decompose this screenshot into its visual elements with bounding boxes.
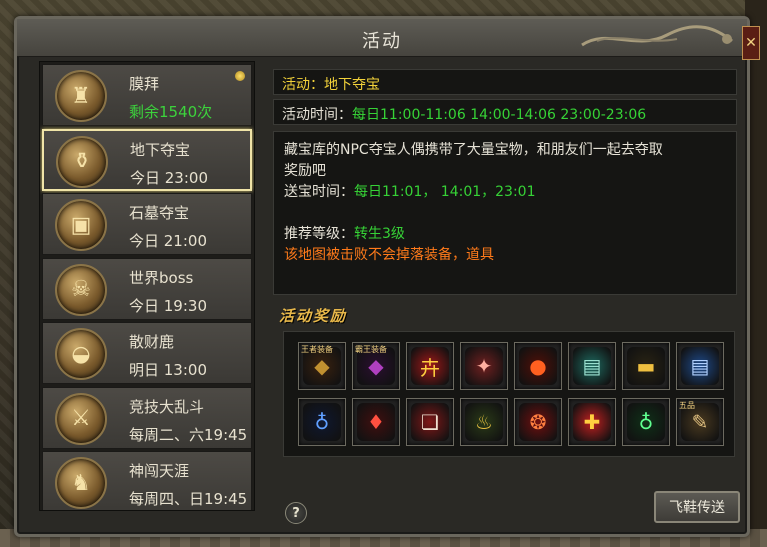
dragon-ornament-icon (581, 25, 733, 47)
notification-dot-icon (235, 71, 245, 81)
reward-slot[interactable]: ● (514, 342, 562, 390)
reward-slot[interactable]: ◆ 王者装备 (298, 342, 346, 390)
crossed-swords-icon: ⚔ (55, 392, 107, 445)
activity-item-time: 今日 23:00 (130, 168, 208, 187)
activity-item-name: 石墓夺宝 (129, 204, 190, 222)
reward-slot[interactable]: ♁ (298, 398, 346, 446)
description-line-1: 藏宝库的NPC夺宝人偶携带了大量宝物，和朋友们一起去夺取 (284, 142, 663, 158)
red-scroll-icon: 卉 (411, 347, 449, 385)
activity-item-name: 神闯天涯 (129, 462, 190, 480)
activity-item[interactable]: ◒ 散财鹿明日 13:00 (42, 322, 252, 384)
red-gift-box-icon: ✚ (573, 403, 611, 441)
help-button[interactable]: ? (285, 502, 307, 524)
reward-slot[interactable]: ♨ (460, 398, 508, 446)
reward-slot[interactable]: ♁ (622, 398, 670, 446)
activity-item[interactable]: ♜ 膜拜剩余1540次 (42, 64, 252, 126)
gift-box-icon: ❏ (411, 403, 449, 441)
activity-item-time: 今日 19:30 (129, 296, 207, 315)
activity-item-time: 今日 21:00 (129, 232, 207, 250)
description-line-2: 奖励吧 (284, 163, 326, 179)
activity-item-time: 每周四、日19:45 (129, 490, 248, 508)
title-bar[interactable]: 活动 (17, 19, 747, 57)
activity-item-name: 世界boss (129, 268, 194, 287)
gold-ingot-icon: ◒ (55, 328, 107, 380)
green-potion-icon: ♁ (627, 403, 665, 441)
activity-item-name: 膜拜 (129, 75, 160, 93)
activity-item[interactable]: ☠ 世界boss 今日 19:30 (42, 257, 252, 320)
activity-item-time: 明日 13:00 (129, 361, 207, 379)
activity-name-row: 活动：地下夺宝 (273, 69, 737, 95)
reward-slot[interactable]: ◆ 霸王装备 (352, 342, 400, 390)
feather-wing-icon: ✦ (465, 347, 503, 385)
description-box: 藏宝库的NPC夺宝人偶携带了大量宝物，和朋友们一起去夺取 奖励吧 送宝时间：每日… (273, 131, 737, 295)
reward-slot[interactable]: ▤ (676, 342, 724, 390)
activity-window: 活动 ♜ 膜拜剩余1540次 ⚱ 地下夺宝今日 23:00 ▣ 石墓夺宝今日 21:00 ☠… (14, 16, 750, 537)
activity-time-row: 活动时间：每日11:00-11:06 14:00-14:06 23:00-23:… (273, 99, 737, 125)
red-pouch-icon: ❂ (519, 403, 557, 441)
green-book-icon: ▤ (573, 347, 611, 385)
drop-warning: 该地图被击败不会掉落装备，道具 (284, 247, 494, 263)
reward-slot[interactable]: ♦ (352, 398, 400, 446)
close-button[interactable]: ✕ (742, 26, 760, 60)
rewards-grid: ◆ 王者装备 ◆ 霸王装备卉 ✦ ● ▤ ▬ ▤ ♁ ♦ ❏ ♨ ❂ ✚ ♁ ✎ 五品 (283, 331, 735, 457)
reward-tag: 五品 (679, 401, 695, 410)
warrior-icon: ♞ (55, 457, 107, 509)
reward-slot[interactable]: ✦ (460, 342, 508, 390)
activity-label: 活动： (282, 77, 324, 93)
activity-item[interactable]: ▣ 石墓夺宝今日 21:00 (42, 193, 252, 255)
activity-detail: 活动：地下夺宝 活动时间：每日11:00-11:06 14:00-14:06 2… (267, 61, 747, 479)
rewards-title: 活动奖励 (279, 307, 348, 325)
reward-slot[interactable]: ▤ (568, 342, 616, 390)
send-time-value: 每日11:01， 14:01，23:01 (354, 184, 536, 200)
blue-book-icon: ▤ (681, 347, 719, 385)
activity-item-name: 散财鹿 (129, 333, 175, 351)
reward-slot[interactable]: 卉 (406, 342, 454, 390)
activity-item[interactable]: ♞ 神闯天涯每周四、日19:45 (42, 451, 252, 510)
activity-item[interactable]: ⚔ 竞技大乱斗每周二、六19:45 (42, 386, 252, 449)
send-time-label: 送宝时间： (284, 184, 354, 200)
gold-bar-icon: ▬ (627, 347, 665, 385)
activity-item[interactable]: ⚱ 地下夺宝今日 23:00 (42, 128, 252, 191)
worship-statue-icon: ♜ (55, 70, 107, 122)
teleport-button[interactable]: 飞鞋传送 (654, 491, 740, 523)
reward-tag: 王者装备 (301, 345, 333, 354)
reward-slot[interactable]: ▬ (622, 342, 670, 390)
time-value: 每日11:00-11:06 14:00-14:06 23:00-23:06 (352, 107, 647, 123)
reward-slot[interactable]: ❂ (514, 398, 562, 446)
treasure-pot-icon: ⚱ (56, 135, 108, 188)
fire-orb-icon: ● (519, 347, 557, 385)
activity-item-time: 剩余1540次 (129, 103, 213, 121)
money-bag-icon: ♨ (465, 403, 503, 441)
activity-list: ♜ 膜拜剩余1540次 ⚱ 地下夺宝今日 23:00 ▣ 石墓夺宝今日 21:00 ☠ 世界b… (39, 61, 255, 511)
activity-item-time: 每周二、六19:45 (129, 425, 248, 444)
time-label: 活动时间： (282, 107, 352, 123)
reward-slot[interactable]: ✚ (568, 398, 616, 446)
red-armor-icon: ♦ (357, 403, 395, 441)
reward-slot[interactable]: ✎ 五品 (676, 398, 724, 446)
activity-item-name: 竞技大乱斗 (129, 397, 205, 416)
boss-skull-icon: ☠ (55, 263, 107, 316)
level-value: 转生3级 (354, 226, 405, 242)
blue-potion-icon: ♁ (303, 403, 341, 441)
activity-item-name: 地下夺宝 (130, 140, 191, 159)
activity-name: 地下夺宝 (324, 77, 380, 93)
reward-tag: 霸王装备 (355, 345, 387, 354)
treasure-chest-icon: ▣ (55, 199, 107, 251)
level-label: 推荐等级： (284, 226, 354, 242)
reward-slot[interactable]: ❏ (406, 398, 454, 446)
